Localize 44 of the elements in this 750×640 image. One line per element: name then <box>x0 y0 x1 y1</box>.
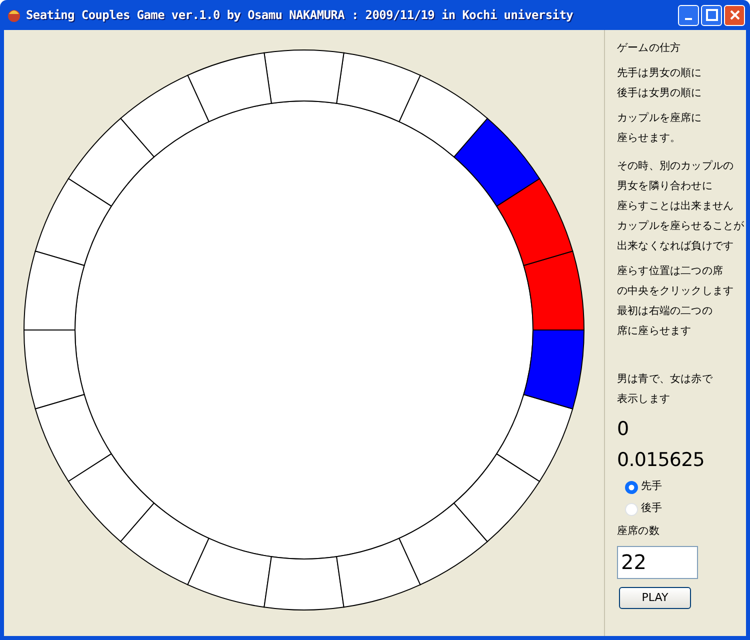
seat[interactable] <box>496 394 574 482</box>
seat[interactable] <box>120 502 210 586</box>
seat[interactable] <box>34 394 112 482</box>
seat[interactable] <box>336 538 421 608</box>
instruction-text: カップルを座席に 座らせます。 <box>617 111 703 146</box>
table-area[interactable] <box>74 100 534 560</box>
instruction-text: その時、別のカップルの 男女を隣り合わせに 座らすことは出来ません カップルを座らせることが 出来なくなれば負けです <box>617 159 746 254</box>
play-button[interactable]: PLAY <box>619 586 691 609</box>
seat[interactable] <box>68 453 155 542</box>
seat[interactable] <box>523 250 584 330</box>
maximize-button[interactable] <box>701 4 722 26</box>
readout-text: 0.015625 <box>617 448 706 473</box>
radio-label[interactable]: 後手 <box>641 501 662 517</box>
instruction-text: 先手は男女の順に 後手は女男の順に <box>617 66 703 101</box>
seat[interactable] <box>68 118 155 207</box>
seat[interactable] <box>187 52 272 122</box>
minimize-icon <box>685 18 692 20</box>
minimize-button[interactable] <box>678 4 699 26</box>
seat[interactable] <box>187 538 272 608</box>
seat[interactable] <box>24 250 85 330</box>
seat[interactable] <box>120 74 210 158</box>
seat[interactable] <box>398 502 488 586</box>
seat[interactable] <box>453 453 540 542</box>
seat[interactable] <box>264 556 344 610</box>
field-label: 座席の数 <box>617 524 660 539</box>
radio-label[interactable]: 先手 <box>641 479 662 495</box>
seat[interactable] <box>453 118 540 207</box>
seat[interactable] <box>398 74 488 158</box>
radio-button[interactable] <box>625 480 638 494</box>
readout-text: 0 <box>617 417 630 442</box>
app-icon <box>6 7 22 23</box>
heading-text: ゲームの仕方 <box>617 41 682 56</box>
seat[interactable] <box>523 330 584 410</box>
close-button[interactable] <box>724 4 745 26</box>
seat[interactable] <box>24 330 85 410</box>
close-icon <box>728 9 740 21</box>
seat[interactable] <box>496 178 574 266</box>
seat[interactable] <box>336 52 421 122</box>
instruction-text: 座らす位置は二つの席 の中央をクリックします 最初は右端の二つの 席に座らせます <box>617 264 735 339</box>
instruction-text: 男は青で、女は赤で 表示します <box>617 372 714 407</box>
seat-count-field[interactable]: 22 <box>617 546 698 579</box>
maximize-icon <box>706 9 718 21</box>
seat[interactable] <box>34 178 112 266</box>
window-title: Seating Couples Game ver.1.0 by Osamu NAKAMURA : 2009/11/19 in Kochi university <box>26 7 574 24</box>
